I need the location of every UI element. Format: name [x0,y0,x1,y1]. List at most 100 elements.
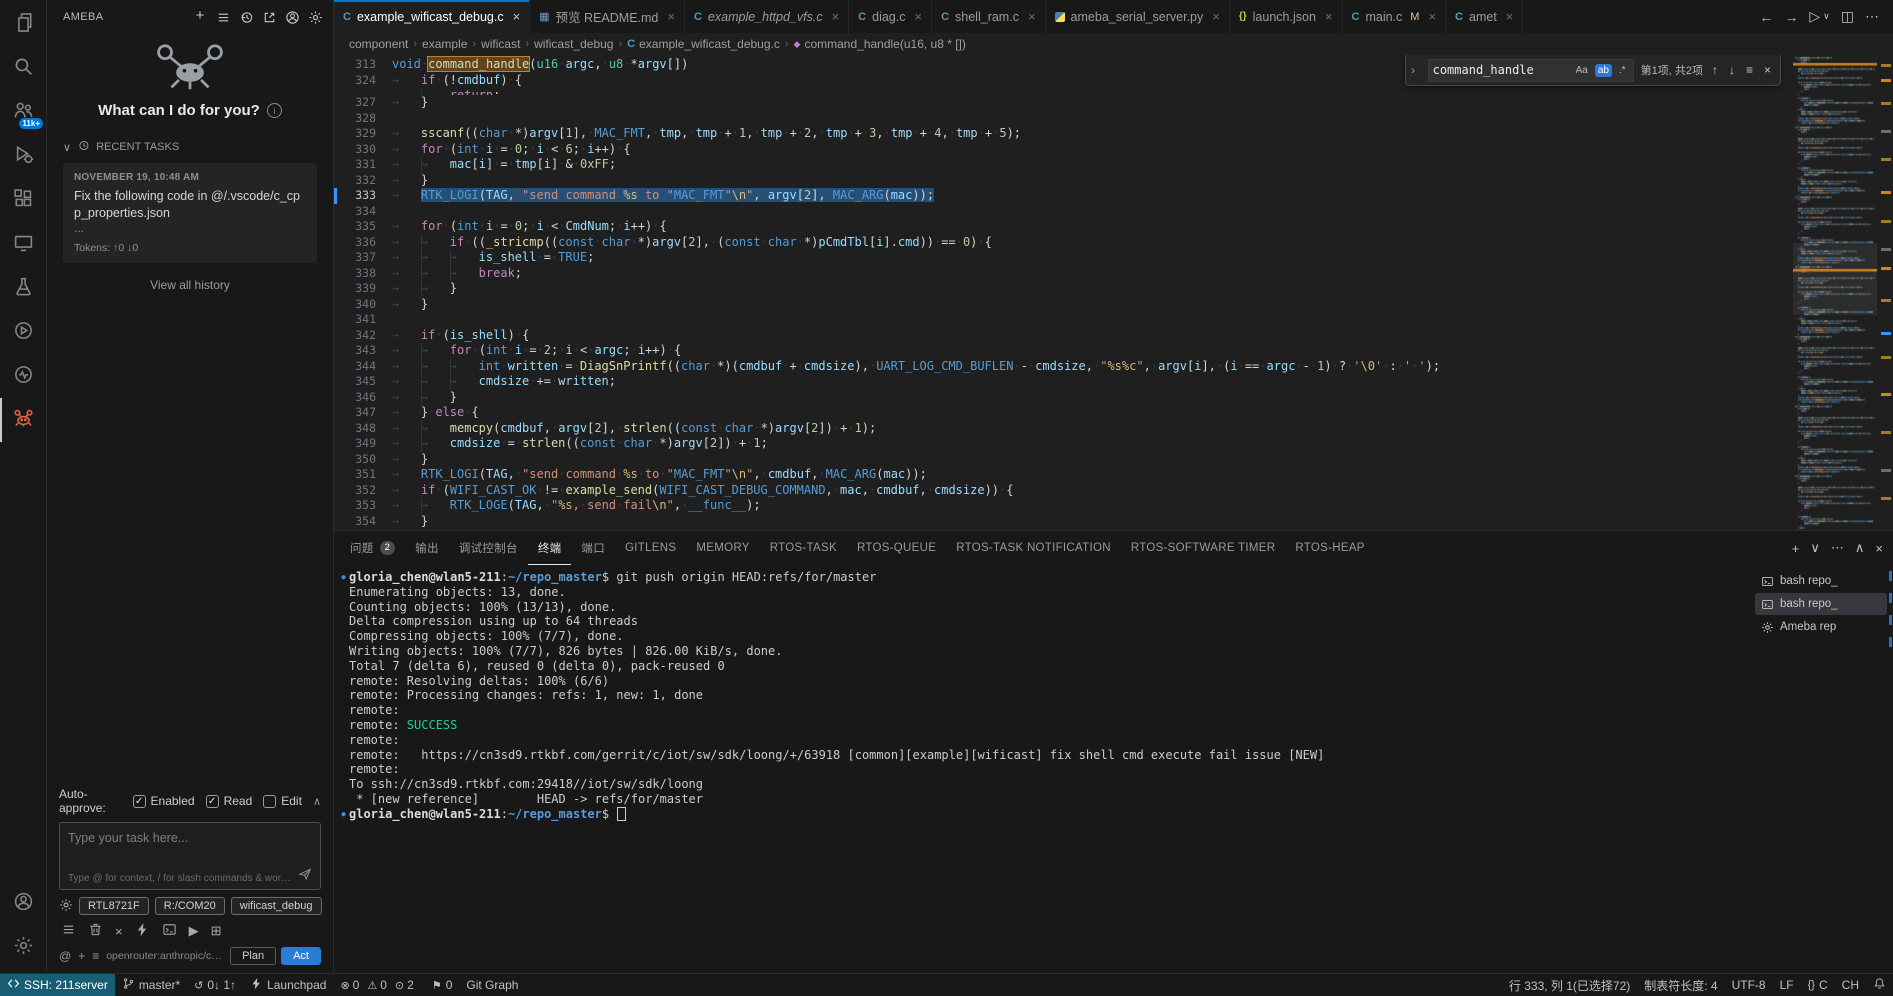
tab-launch.json[interactable]: {}launch.json× [1230,0,1343,33]
code-line[interactable]: 330→for·(int·i·=·0;·i·<·6;·i++)·{ [334,142,1793,158]
activity-item-serial-monitor[interactable] [0,354,46,398]
split-icon[interactable]: ◫ [1841,8,1854,25]
recent-task-card[interactable]: NOVEMBER 19, 10:48 AM Fix the following … [63,163,317,263]
tool-zap-icon[interactable] [135,922,150,940]
code-line[interactable]: 352→if·(WIFI_CAST_OK·!=·example_send(WIF… [334,483,1793,499]
terminal-session[interactable]: bash repo_ [1755,593,1887,615]
device-button[interactable]: R:/COM20 [155,897,225,915]
close-icon[interactable]: × [914,9,922,24]
status-ime[interactable]: CH [1835,974,1866,996]
close-icon[interactable]: × [1028,9,1036,24]
code-line[interactable]: 340→} [334,297,1793,313]
sidebar-action-external[interactable] [259,7,279,27]
terminal-session[interactable]: Ameba rep [1755,616,1887,638]
terminal-output[interactable]: ●gloria_chen@wlan5-211:~/repo_master$ gi… [334,565,1753,975]
code-line[interactable]: 333→RTK_LOGI(TAG,·"send·command·%s·to·"M… [334,188,1793,204]
gear-icon[interactable] [59,898,73,915]
code-line[interactable]: 328 [334,111,1793,127]
checkbox[interactable] [263,795,276,808]
find-previous-button[interactable]: ↑ [1710,62,1720,78]
code-line[interactable]: 345→→→cmdsize·+=·written; [334,374,1793,390]
activity-item-extensions[interactable] [0,178,46,222]
code-line[interactable]: 348→→memcpy(cmdbuf,·argv[2],·strlen((con… [334,421,1793,437]
chevdown-icon[interactable]: ∨ [1810,540,1820,556]
code-line[interactable]: 337→→→is_shell·=·TRUE; [334,250,1793,266]
status-git-sync[interactable]: ↺0↓ 1↑ [187,974,243,996]
code-line[interactable]: 344→→→int·written·=·DiagSnPrintf((char·*… [334,359,1793,375]
chevron-up-icon[interactable]: ∧ [313,795,321,808]
code-line[interactable]: 329→sscanf((char·*)argv[1],·MAC_FMT,·tmp… [334,126,1793,142]
close-icon[interactable]: × [513,9,521,24]
code-line[interactable]: 354→} [334,514,1793,530]
panel-tab-调试控制台[interactable]: 调试控制台 [449,531,528,565]
panel-tab-端口[interactable]: 端口 [571,531,615,565]
code-line[interactable]: 332→} [334,173,1793,189]
code-line[interactable]: 347→}·else·{ [334,405,1793,421]
task-input-box[interactable]: Type your task here... Type @ for contex… [59,822,321,890]
activity-item-explorer[interactable] [0,2,46,46]
sidebar-action-account[interactable] [282,7,302,27]
activity-item-remote-window[interactable] [0,222,46,266]
status-encoding[interactable]: UTF-8 [1725,974,1773,996]
tab-amet[interactable]: Camet× [1446,0,1523,33]
panel-tab-RTOS-SOFTWARE TIMER[interactable]: RTOS-SOFTWARE TIMER [1121,531,1286,565]
panel-tab-问题[interactable]: 问题2 [340,531,405,565]
terminal-session[interactable]: bash repo_ [1755,570,1887,592]
plan-mode-button[interactable]: Plan [230,947,276,965]
tool-list-icon[interactable] [61,922,76,940]
close-icon[interactable]: × [1428,9,1436,24]
code-line[interactable]: 351→RTK_LOGI(TAG,·"send·command·%s·to·"M… [334,467,1793,483]
view-all-history-link[interactable]: View all history [47,278,333,292]
run-icon[interactable]: ▷ [1809,8,1820,25]
panel-tab-GITLENS[interactable]: GITLENS [615,531,686,565]
sidebar-action-gear[interactable] [305,7,325,27]
minimap[interactable] [1793,55,1877,530]
more-icon[interactable]: ⋯ [1831,540,1844,556]
chevup-icon[interactable]: ∧ [1855,540,1865,556]
activity-item-remote-explorer[interactable]: 11k+ [0,90,46,134]
code-line[interactable]: 334 [334,204,1793,220]
tool-close-icon[interactable]: × [115,924,123,939]
breadcrumb-item[interactable]: Cexample_wificast_debug.c [627,37,780,51]
tab-diag.c[interactable]: Cdiag.c× [849,0,932,33]
code-line[interactable]: 335→for·(int·i·=·0;·i·<·CmdNum;·i++)·{ [334,219,1793,235]
code-line[interactable]: 349→→cmdsize·=·strlen((const·char·*)argv… [334,436,1793,452]
recent-tasks-header[interactable]: ∨ RECENT TASKS [47,139,333,155]
status-git-graph[interactable]: Git Graph [459,974,525,996]
tool-grid-icon[interactable]: ⊞ [211,923,222,939]
panel-tab-终端[interactable]: 终端 [528,531,572,565]
checkbox[interactable]: ✓ [206,795,219,808]
panel-tab-RTOS-TASK NOTIFICATION[interactable]: RTOS-TASK NOTIFICATION [946,531,1121,565]
act-mode-button[interactable]: Act [281,947,321,965]
remote-indicator[interactable]: SSH: 211server [0,974,115,996]
back-icon[interactable]: ← [1759,9,1773,25]
model-selector[interactable]: openrouter:anthropic/claude-sonnet... [106,950,223,962]
tab-example_httpd_vfs.c[interactable]: Cexample_httpd_vfs.c× [685,0,849,33]
status-indentation[interactable]: 制表符长度: 4 [1637,974,1724,996]
caret-icon[interactable]: ∨ [1823,11,1830,22]
activity-item-accounts[interactable] [0,881,46,925]
add-context-icon[interactable]: + [78,949,85,963]
plus-icon[interactable]: + [1792,541,1800,556]
code-line[interactable]: →→return; [334,88,1793,95]
code-line[interactable]: 343→→for·(int·i·=·2;·i·<·argc;·i++)·{ [334,343,1793,359]
device-button[interactable]: RTL8721F [79,897,149,915]
find-next-button[interactable]: ↓ [1727,62,1737,78]
info-icon[interactable]: i [267,103,282,118]
status-language-mode[interactable]: {}C [1801,974,1835,996]
close-icon[interactable]: × [1325,9,1333,24]
forward-icon[interactable]: → [1784,9,1798,25]
panel-tab-RTOS-HEAP[interactable]: RTOS-HEAP [1285,531,1374,565]
rules-icon[interactable]: ≡ [92,949,99,963]
sidebar-action-history[interactable] [236,7,256,27]
sidebar-action-list[interactable] [213,7,233,27]
tool-terminal-icon[interactable] [162,922,177,940]
breadcrumb-item[interactable]: wificast [481,37,520,51]
status-eol[interactable]: LF [1773,974,1801,996]
sidebar-action-plus[interactable]: + [190,7,210,27]
whole-word-toggle[interactable]: ab [1595,64,1612,77]
activity-item-ameba-assistant[interactable] [0,398,46,442]
code-line[interactable]: 327→} [334,95,1793,111]
activity-item-task-runner[interactable] [0,310,46,354]
send-icon[interactable] [298,867,312,884]
